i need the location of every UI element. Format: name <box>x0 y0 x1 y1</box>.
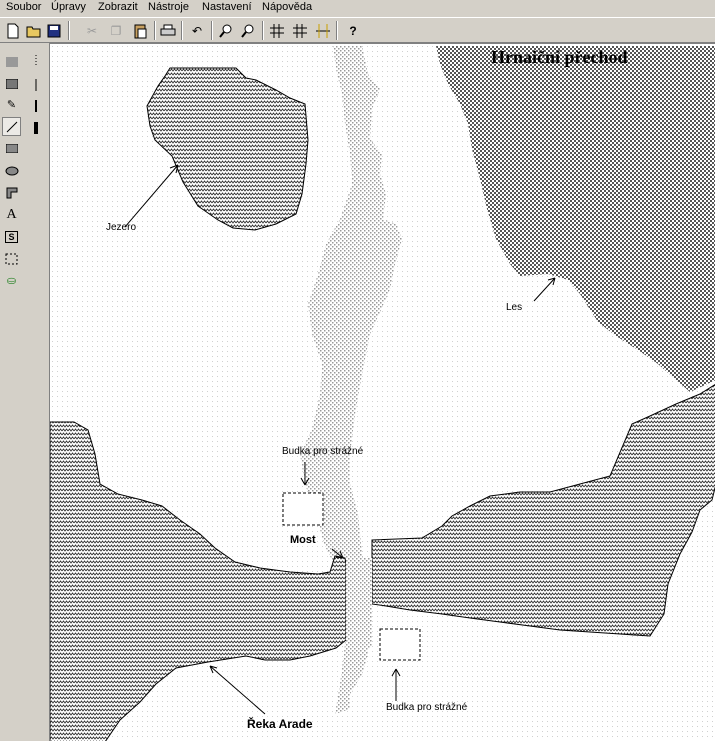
fill-pattern-icon[interactable] <box>2 52 21 71</box>
grid-snap-icon[interactable] <box>290 21 310 40</box>
toolbar: ✂ ❐ ↶ ? <box>0 17 715 43</box>
cut-icon[interactable]: ✂ <box>82 21 102 40</box>
zoom-out-icon[interactable] <box>238 21 258 40</box>
toolbar-separator <box>181 21 183 40</box>
guard-booth-north-label: Budka pro strážné <box>282 446 364 457</box>
bridge-label: Most <box>290 534 316 546</box>
undo-icon[interactable]: ↶ <box>187 21 207 40</box>
grid-icon[interactable] <box>267 21 287 40</box>
width-dotted-option[interactable] <box>27 51 45 70</box>
hatch-pattern-icon[interactable] <box>2 74 21 93</box>
width-thick-option[interactable] <box>27 118 45 137</box>
menu-zobrazit[interactable]: Zobrazit <box>98 1 138 13</box>
save-icon[interactable] <box>44 21 64 40</box>
toolbar-separator <box>262 21 264 40</box>
print-icon[interactable] <box>158 21 178 40</box>
symbol-icon[interactable]: S <box>2 227 21 246</box>
toolbar-separator <box>211 21 213 40</box>
menu-nastroje[interactable]: Nástroje <box>148 1 189 13</box>
help-icon[interactable]: ? <box>343 21 363 40</box>
line-icon[interactable] <box>2 117 21 136</box>
open-folder-icon[interactable] <box>24 21 44 40</box>
menu-soubor[interactable]: Soubor <box>6 1 41 13</box>
menu-upravy[interactable]: Úpravy <box>51 1 86 13</box>
paint-bucket-icon[interactable]: ⛀ <box>2 271 21 290</box>
toolbar-separator <box>68 21 70 40</box>
guard-booth-south-label: Budka pro strážné <box>386 702 468 713</box>
copy-icon[interactable]: ❐ <box>106 21 126 40</box>
symbol-glyph: S <box>5 230 18 243</box>
drawing-canvas[interactable]: Hrnaiční přechod Jezero Les Budka pro st… <box>49 43 715 741</box>
map-title: Hrnaiční přechod <box>491 47 628 67</box>
menu-nastaveni[interactable]: Nastavení <box>202 1 252 13</box>
pencil-icon[interactable]: ✎ <box>2 95 21 114</box>
bridge-shape <box>346 558 372 648</box>
map-drawing <box>50 44 715 741</box>
ellipse-icon[interactable] <box>2 161 21 180</box>
menu-napoveda[interactable]: Nápověda <box>262 1 312 13</box>
rectangle-icon[interactable] <box>2 139 21 158</box>
lake-label: Jezero <box>106 222 137 233</box>
text-tool-icon[interactable]: A <box>2 205 21 224</box>
toolbox: ✎ A S ⛀ <box>0 43 49 741</box>
forest-label: Les <box>506 302 523 313</box>
polyline-icon[interactable] <box>2 183 21 202</box>
width-medium-option[interactable] <box>27 96 45 115</box>
new-document-icon[interactable] <box>3 21 23 40</box>
toolbar-separator <box>154 21 156 40</box>
width-thin-option[interactable] <box>27 75 45 94</box>
guard-booth-south <box>379 628 421 661</box>
selection-icon[interactable] <box>2 249 21 268</box>
river-label: Řeka Arade <box>247 717 313 731</box>
guard-booth-north <box>282 492 324 526</box>
toolbar-separator <box>336 21 338 40</box>
paste-icon[interactable] <box>130 21 150 40</box>
zoom-in-icon[interactable] <box>216 21 236 40</box>
guides-icon[interactable] <box>313 21 333 40</box>
menu-bar: Soubor Úpravy Zobrazit Nástroje Nastaven… <box>0 0 715 17</box>
